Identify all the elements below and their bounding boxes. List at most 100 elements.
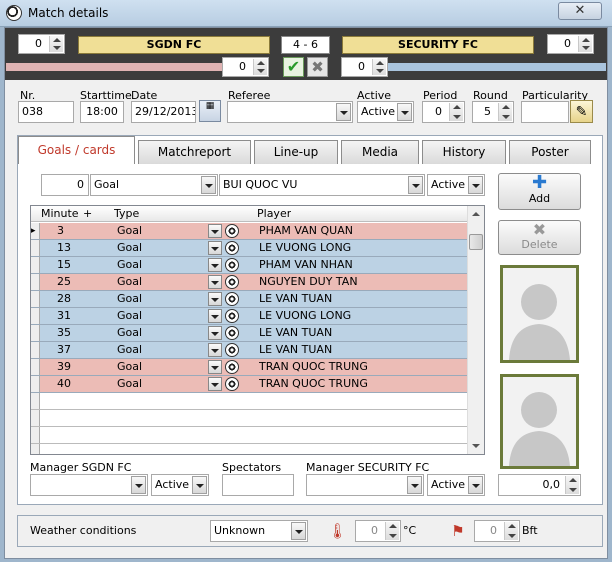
chevron-down-icon[interactable] — [208, 309, 222, 323]
period-spinner[interactable]: 0 — [422, 101, 465, 123]
chevron-down-icon[interactable] — [208, 241, 222, 255]
chevron-down-icon[interactable] — [208, 343, 222, 357]
spinner-arrows-icon[interactable] — [578, 36, 592, 52]
row-selector[interactable] — [31, 342, 40, 358]
table-row[interactable] — [31, 444, 468, 454]
minute-input[interactable]: 0 — [41, 174, 89, 196]
table-row[interactable]: 28 Goal LE VAN TUAN — [31, 291, 468, 308]
chevron-down-icon[interactable] — [208, 275, 222, 289]
table-row[interactable]: ▸ 3 Goal PHAM VAN QUAN — [31, 223, 468, 240]
table-row[interactable]: 13 Goal LE VUONG LONG — [31, 240, 468, 257]
row-selector[interactable] — [31, 376, 40, 392]
chevron-down-icon[interactable] — [468, 476, 483, 494]
date-field[interactable]: 29/12/2013 — [131, 101, 196, 123]
chevron-down-icon[interactable] — [291, 522, 306, 540]
row-selector[interactable] — [31, 274, 40, 290]
tab-history[interactable]: History — [422, 140, 506, 164]
spectators-field[interactable] — [222, 474, 294, 496]
spinner-arrows-icon[interactable] — [49, 36, 63, 52]
row-selector[interactable] — [31, 444, 40, 454]
spinner-arrows-icon[interactable] — [253, 59, 267, 75]
delete-button[interactable]: ✖ Delete — [498, 220, 581, 255]
tab-matchreport[interactable]: Matchreport — [138, 140, 251, 164]
row-selector[interactable] — [31, 325, 40, 341]
table-row[interactable] — [31, 427, 468, 444]
pencil-icon[interactable]: ✎ — [570, 100, 593, 123]
row-selector[interactable] — [31, 257, 40, 273]
away-manager-status[interactable]: Active — [427, 474, 485, 496]
home-manager-select[interactable] — [30, 474, 148, 496]
home-spinner[interactable]: 0 — [18, 34, 65, 54]
spinner-arrows-icon[interactable] — [498, 103, 512, 121]
spinner-arrows-icon[interactable] — [504, 522, 518, 540]
table-row[interactable]: 31 Goal LE VUONG LONG — [31, 308, 468, 325]
away-spinner[interactable]: 0 — [547, 34, 594, 54]
scroll-up-icon[interactable] — [468, 206, 484, 222]
wind-spinner[interactable]: 0 — [474, 520, 520, 542]
chevron-down-icon[interactable] — [208, 377, 222, 391]
chevron-down-icon[interactable] — [208, 360, 222, 374]
table-row[interactable]: 40 Goal TRAN QUOC TRUNG — [31, 376, 468, 393]
row-selector[interactable] — [31, 359, 40, 375]
chevron-down-icon[interactable] — [408, 176, 423, 194]
chevron-down-icon[interactable] — [397, 103, 412, 121]
add-button[interactable]: ✚ Add — [498, 173, 581, 210]
nr-field[interactable]: 038 — [18, 101, 74, 123]
header-minute[interactable]: Minute — [41, 206, 79, 222]
row-selector[interactable] — [31, 410, 40, 426]
row-selector[interactable] — [31, 393, 40, 409]
chevron-down-icon[interactable] — [208, 224, 222, 238]
table-row[interactable]: 25 Goal NGUYEN DUY TAN — [31, 274, 468, 291]
header-type[interactable]: Type — [114, 206, 139, 222]
table-row[interactable] — [31, 393, 468, 410]
active-select[interactable]: Active — [357, 101, 414, 123]
rating-spinner[interactable]: 0,0 — [498, 474, 581, 496]
status-select[interactable]: Active — [427, 174, 485, 196]
spinner-arrows-icon[interactable] — [385, 522, 399, 540]
temperature-spinner[interactable]: 0 — [355, 520, 401, 542]
table-row[interactable]: 35 Goal LE VAN TUAN — [31, 325, 468, 342]
chevron-down-icon[interactable] — [192, 476, 207, 494]
close-button[interactable]: ✕ — [558, 2, 602, 20]
row-selector[interactable] — [31, 427, 40, 443]
chevron-down-icon[interactable] — [208, 258, 222, 272]
table-scrollbar[interactable] — [467, 206, 484, 454]
row-selector[interactable]: ▸ — [31, 223, 40, 239]
chevron-down-icon[interactable] — [468, 176, 483, 194]
spinner-arrows-icon[interactable] — [449, 103, 463, 121]
cancel-x-icon[interactable]: ✖ — [307, 57, 328, 77]
chevron-down-icon[interactable] — [208, 292, 222, 306]
tab-line-up[interactable]: Line-up — [254, 140, 338, 164]
chevron-down-icon[interactable] — [208, 326, 222, 340]
away-secondary-spinner[interactable]: 0 — [341, 57, 388, 77]
chevron-down-icon[interactable] — [131, 476, 146, 494]
tab-goals-cards[interactable]: Goals / cards — [18, 136, 135, 164]
chevron-down-icon[interactable] — [201, 176, 216, 194]
tab-poster[interactable]: Poster — [509, 140, 591, 164]
away-manager-select[interactable] — [306, 474, 424, 496]
confirm-check-icon[interactable]: ✔ — [283, 57, 304, 77]
round-spinner[interactable]: 5 — [472, 101, 514, 123]
calendar-icon[interactable]: ▦ — [199, 100, 221, 122]
referee-select[interactable] — [227, 101, 353, 123]
particularity-field[interactable] — [521, 101, 569, 123]
event-type-select[interactable]: Goal — [90, 174, 218, 196]
table-row[interactable]: 15 Goal PHAM VAN NHAN — [31, 257, 468, 274]
row-selector[interactable] — [31, 308, 40, 324]
home-manager-status[interactable]: Active — [151, 474, 209, 496]
player-select[interactable]: BUI QUOC VU — [219, 174, 425, 196]
row-selector[interactable] — [31, 291, 40, 307]
spinner-arrows-icon[interactable] — [565, 476, 579, 494]
scroll-down-icon[interactable] — [468, 438, 484, 454]
header-player[interactable]: Player — [257, 206, 291, 222]
weather-select[interactable]: Unknown — [210, 520, 308, 542]
starttime-field[interactable]: 18:00 — [80, 101, 124, 123]
chevron-down-icon[interactable] — [336, 103, 351, 121]
table-row[interactable]: 39 Goal TRAN QUOC TRUNG — [31, 359, 468, 376]
table-row[interactable] — [31, 410, 468, 427]
chevron-down-icon[interactable] — [407, 476, 422, 494]
header-plus[interactable]: + — [83, 206, 92, 222]
home-secondary-spinner[interactable]: 0 — [222, 57, 269, 77]
row-selector[interactable] — [31, 240, 40, 256]
scroll-thumb[interactable] — [469, 234, 483, 250]
